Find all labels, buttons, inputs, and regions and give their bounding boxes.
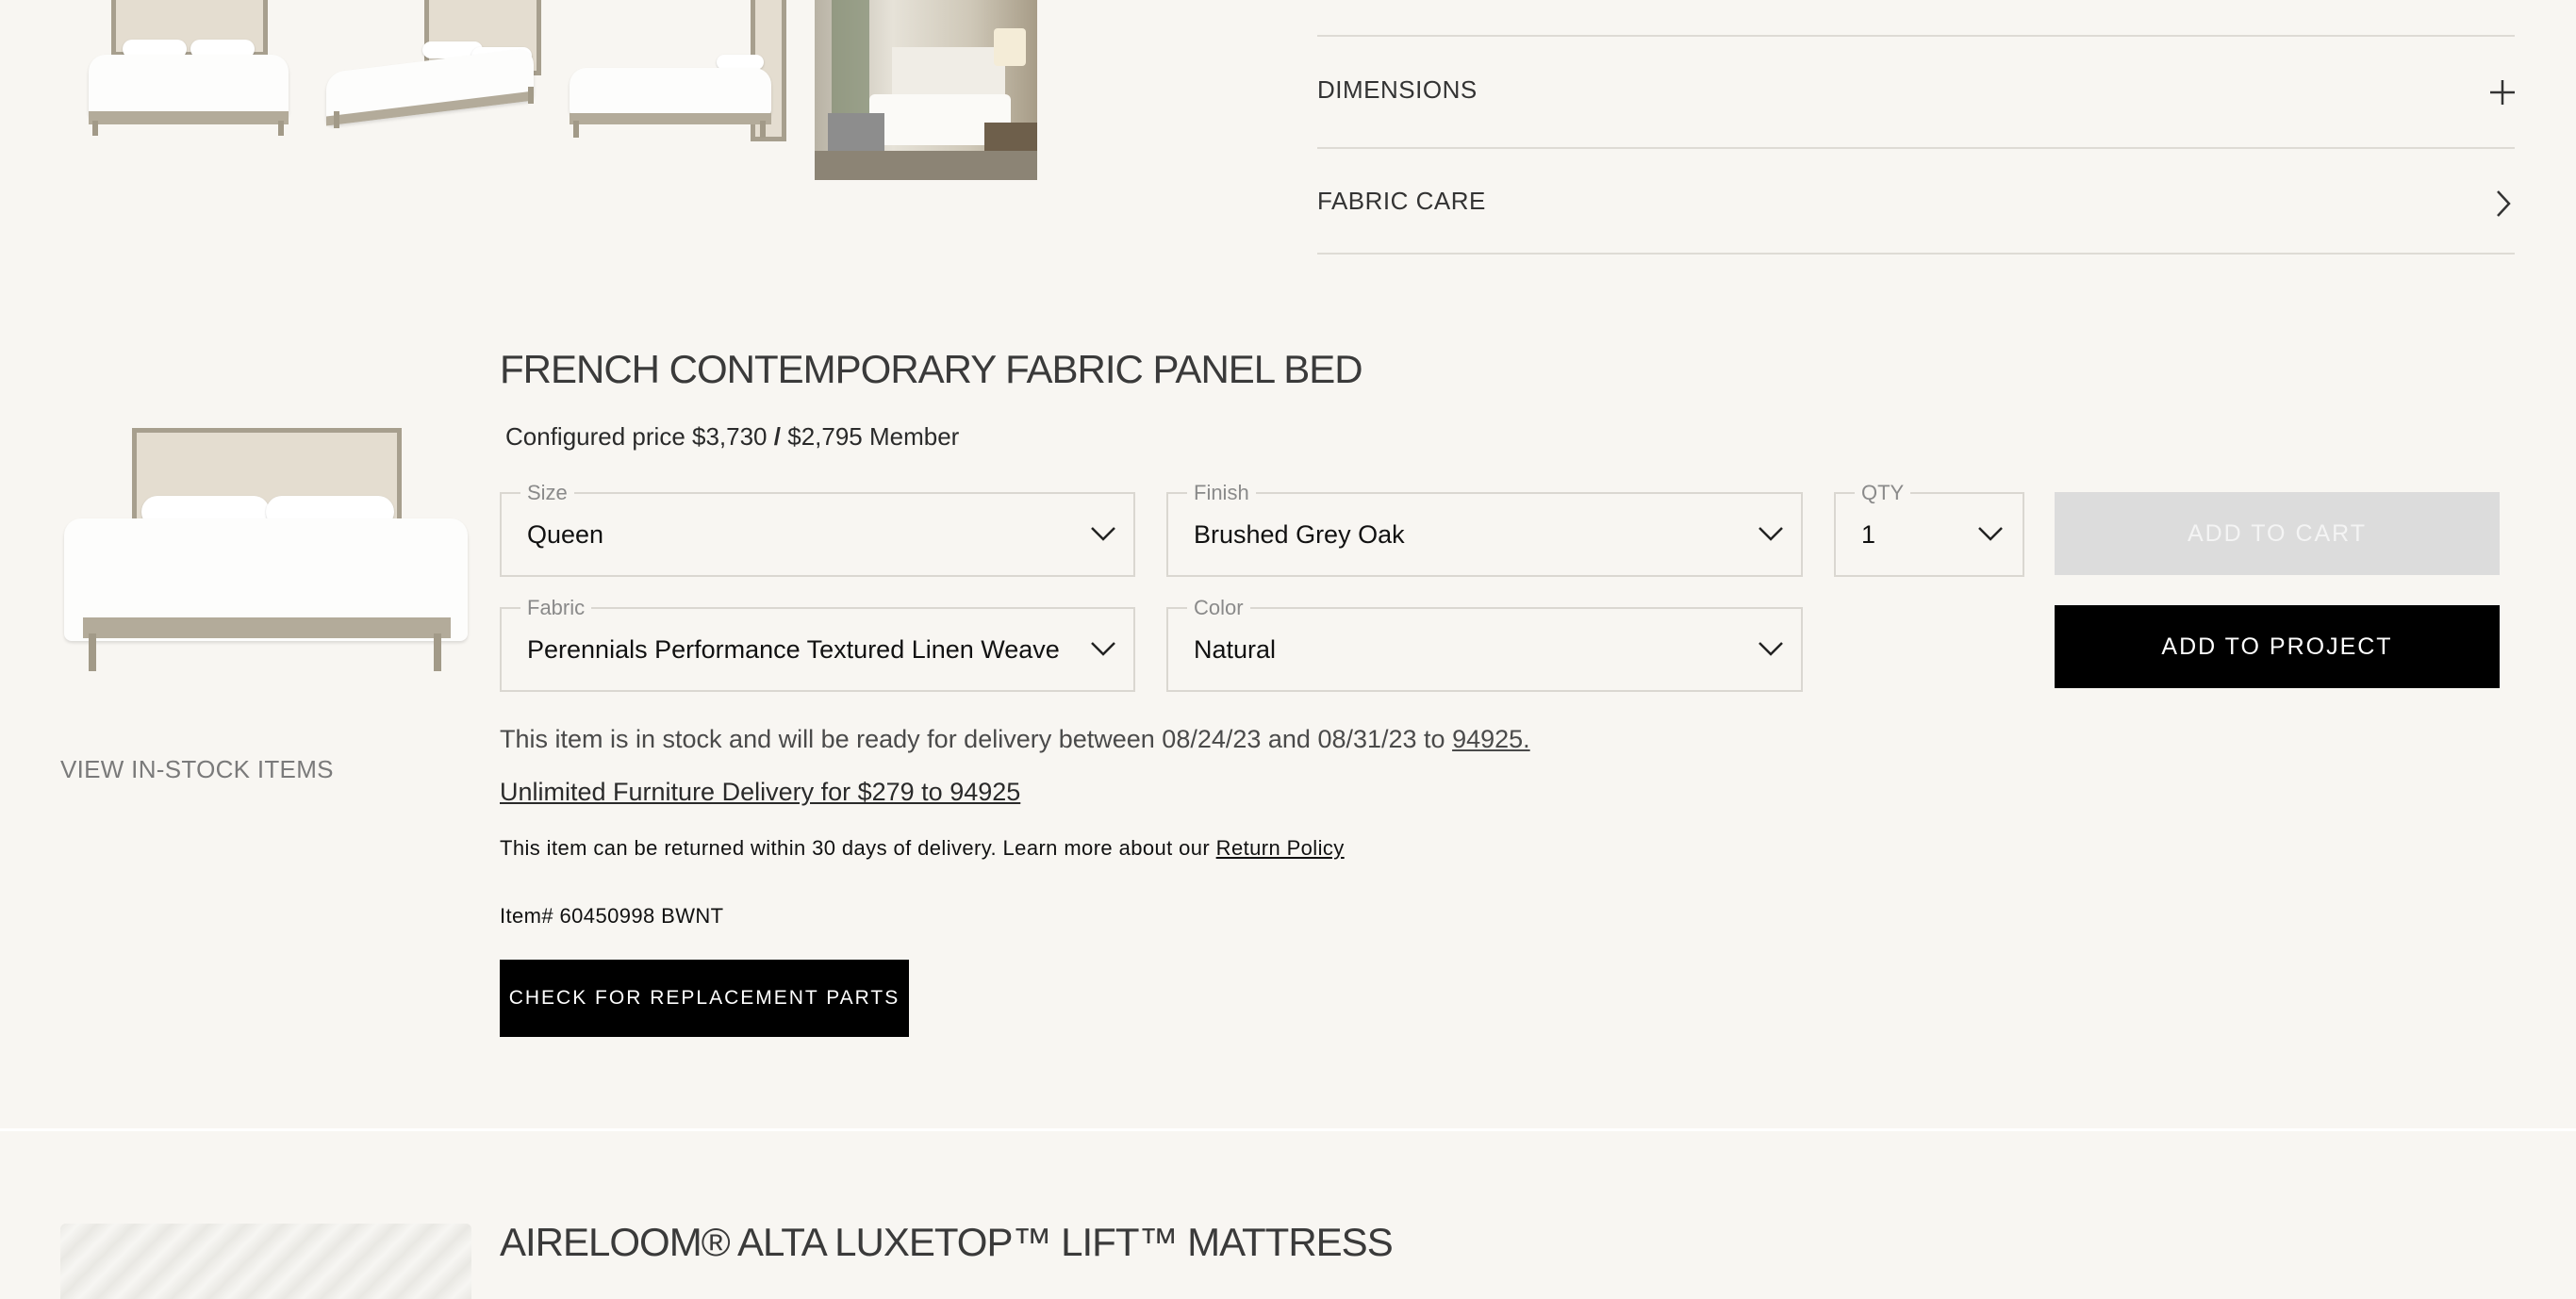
fabric-value: Perennials Performance Textured Linen We… xyxy=(527,635,1060,664)
delivery-info: This item is in stock and will be ready … xyxy=(500,725,1530,754)
thumbnail-bed-front[interactable] xyxy=(75,0,302,141)
add-to-project-button[interactable]: ADD TO PROJECT xyxy=(2055,605,2500,688)
fabric-select[interactable]: Fabric Perennials Performance Textured L… xyxy=(500,596,1135,692)
accordion-divider xyxy=(1317,253,2515,255)
item-number: Item# 60450998 BWNT xyxy=(500,904,724,928)
delivery-zip-link[interactable]: 94925. xyxy=(1452,725,1530,753)
chevron-right-icon[interactable] xyxy=(2495,189,2512,219)
accordion-fabric-care[interactable]: FABRIC CARE xyxy=(1317,187,1486,216)
qty-select[interactable]: QTY 1 xyxy=(1834,481,2024,577)
add-to-cart-button[interactable]: ADD TO CART xyxy=(2055,492,2500,575)
accordion-divider xyxy=(1317,35,2515,37)
product-image[interactable] xyxy=(60,424,471,679)
finish-label: Finish xyxy=(1187,481,1256,505)
view-in-stock-link[interactable]: VIEW IN-STOCK ITEMS xyxy=(60,755,334,784)
section-divider xyxy=(0,1128,2576,1131)
plus-icon[interactable] xyxy=(2489,79,2516,106)
finish-select[interactable]: Finish Brushed Grey Oak xyxy=(1166,481,1803,577)
member-price: $2,795 Member xyxy=(787,422,960,451)
unlimited-delivery-link[interactable]: Unlimited Furniture Delivery for $279 to… xyxy=(500,778,1020,807)
qty-value: 1 xyxy=(1861,520,1876,549)
finish-value: Brushed Grey Oak xyxy=(1194,520,1405,549)
accordion-divider xyxy=(1317,147,2515,149)
chevron-down-icon xyxy=(1759,642,1783,656)
chevron-down-icon xyxy=(1091,642,1115,656)
delivery-text: This item is in stock and will be ready … xyxy=(500,725,1445,753)
price-separator: / xyxy=(773,422,781,451)
accordion-dimensions[interactable]: DIMENSIONS xyxy=(1317,75,1478,105)
mattress-image[interactable] xyxy=(60,1224,471,1299)
qty-label: QTY xyxy=(1855,481,1911,505)
chevron-down-icon xyxy=(1091,527,1115,541)
size-value: Queen xyxy=(527,520,604,549)
thumbnail-bed-room[interactable] xyxy=(815,0,1037,180)
fabric-label: Fabric xyxy=(520,596,592,620)
thumbnail-bed-angle[interactable] xyxy=(321,0,547,141)
replacement-parts-button[interactable]: CHECK FOR REPLACEMENT PARTS xyxy=(500,960,909,1037)
return-policy-link[interactable]: Return Policy xyxy=(1216,836,1345,860)
product-title: FRENCH CONTEMPORARY FABRIC PANEL BED xyxy=(500,347,1363,391)
chevron-down-icon xyxy=(1978,527,2003,541)
thumbnail-bed-side[interactable] xyxy=(566,0,792,141)
size-select[interactable]: Size Queen xyxy=(500,481,1135,577)
product-price: Configured price $3,730 / $2,795 Member xyxy=(505,422,959,452)
color-select[interactable]: Color Natural xyxy=(1166,596,1803,692)
color-label: Color xyxy=(1187,596,1250,620)
size-label: Size xyxy=(520,481,574,505)
chevron-down-icon xyxy=(1759,527,1783,541)
color-value: Natural xyxy=(1194,635,1277,664)
return-info: This item can be returned within 30 days… xyxy=(500,836,1345,861)
configured-price: Configured price $3,730 xyxy=(505,422,768,451)
next-product-title: AIRELOOM® ALTA LUXETOP™ LIFT™ MATTRESS xyxy=(500,1220,1394,1264)
return-text: This item can be returned within 30 days… xyxy=(500,836,1211,860)
